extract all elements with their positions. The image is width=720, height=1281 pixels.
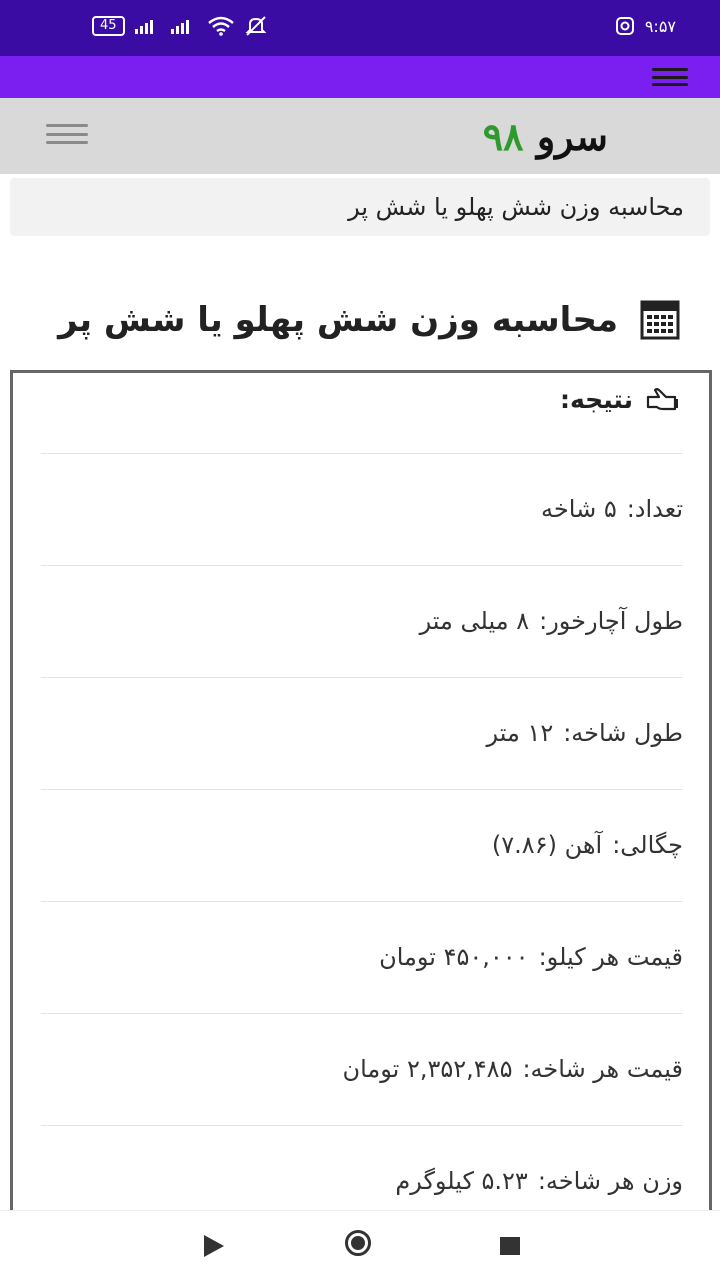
app-bar xyxy=(0,56,720,98)
instagram-icon xyxy=(615,17,634,35)
page-title: محاسبه وزن شش پهلو یا شش پر xyxy=(30,290,680,350)
status-icons: 45 xyxy=(92,16,267,36)
calculator-icon xyxy=(640,300,680,340)
breadcrumb: محاسبه وزن شش پهلو یا شش پر xyxy=(10,178,710,236)
signal-icon xyxy=(134,20,153,34)
home-icon[interactable] xyxy=(345,1230,371,1256)
result-row: چگالی: آهن (۷.۸۶) xyxy=(491,831,683,859)
mute-icon xyxy=(245,16,266,36)
site-logo[interactable]: سرو ۹۸ xyxy=(483,114,608,159)
result-row: طول شاخه: ۱۲ متر xyxy=(486,719,683,747)
menu-icon[interactable] xyxy=(652,68,688,86)
result-row: تعداد: ۵ شاخه xyxy=(541,495,683,523)
hand-pointer-icon xyxy=(646,387,678,410)
site-header: سرو ۹۸ xyxy=(0,98,720,174)
result-row: قیمت هر کیلو: ۴۵۰,۰۰۰ تومان xyxy=(379,943,683,971)
page-title-text: محاسبه وزن شش پهلو یا شش پر xyxy=(58,300,618,340)
result-row: طول آچارخور: ۸ میلی متر xyxy=(419,607,683,635)
menu-icon[interactable] xyxy=(46,124,88,144)
recents-icon[interactable] xyxy=(500,1237,520,1255)
logo-word: سرو xyxy=(536,114,608,159)
result-heading: نتیجه: xyxy=(560,385,679,414)
system-nav-bar xyxy=(0,1210,720,1281)
result-card: نتیجه: تعداد: ۵ شاخه طول آچارخور: ۸ میلی م… xyxy=(10,370,712,1230)
status-bar: 45 ۹:۵۷ xyxy=(0,0,720,56)
result-row: قیمت هر شاخه: ۲,۳۵۲,۴۸۵ تومان xyxy=(342,1055,683,1083)
signal-icon xyxy=(170,20,189,34)
time-text: ۹:۵۷ xyxy=(644,16,676,36)
back-icon[interactable] xyxy=(204,1235,224,1257)
logo-number: ۹۸ xyxy=(482,114,524,159)
clock: ۹:۵۷ xyxy=(615,16,676,36)
battery-icon: 45 xyxy=(92,16,125,36)
result-heading-text: نتیجه: xyxy=(560,385,633,414)
wifi-icon xyxy=(207,16,234,36)
